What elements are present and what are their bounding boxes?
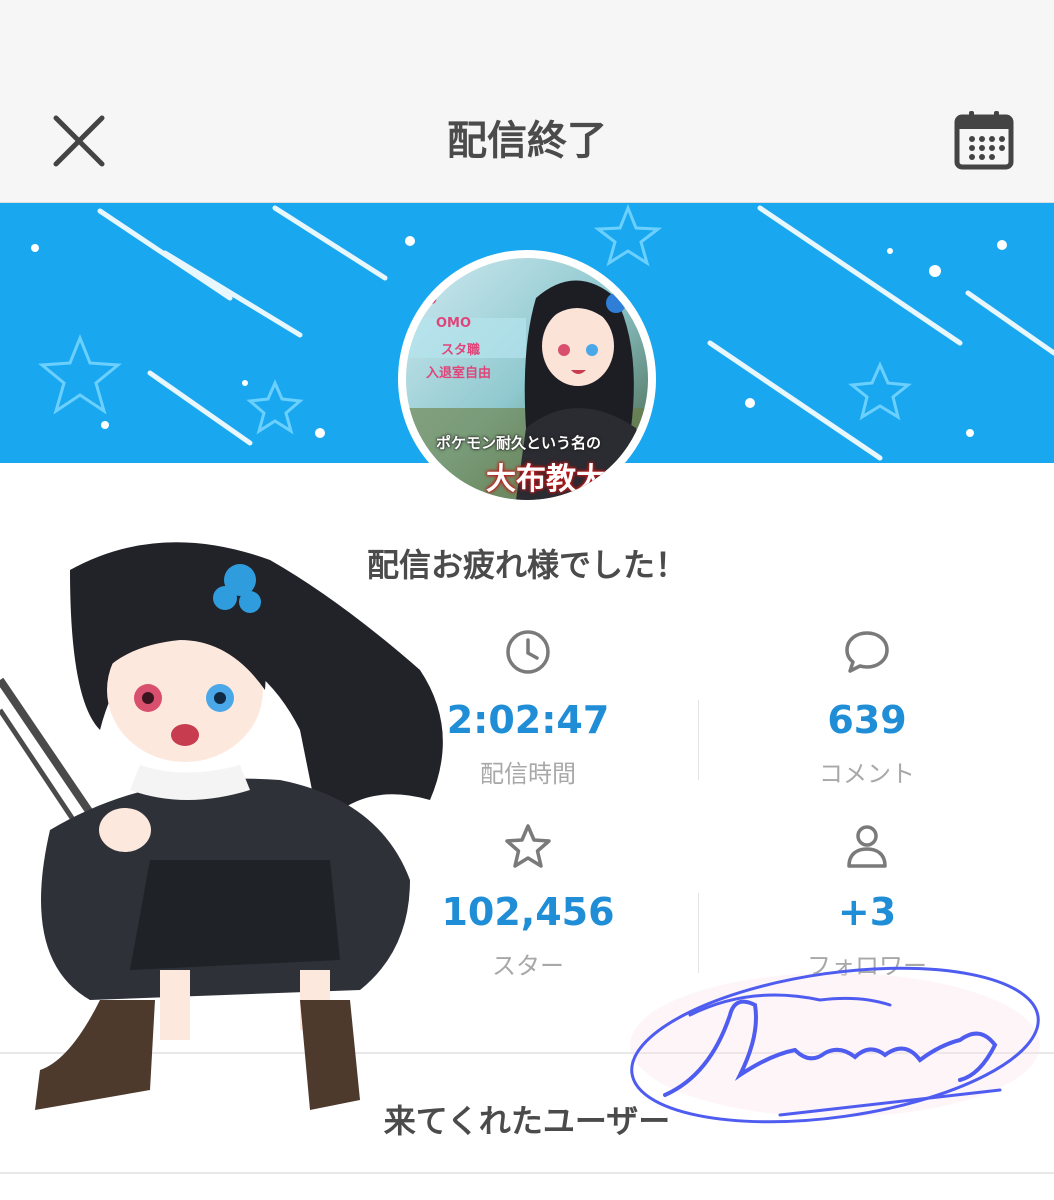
calendar-button[interactable] <box>952 108 1016 172</box>
section-divider <box>0 1172 1054 1174</box>
autograph-signature <box>630 966 1040 1124</box>
close-icon <box>53 115 105 167</box>
clock-icon <box>506 630 550 674</box>
stat-value-followers: +3 <box>837 890 897 934</box>
stat-divider <box>698 700 699 780</box>
avatar-tag: OMO <box>436 316 472 331</box>
header: 配信終了 <box>0 80 1054 203</box>
avatar-tag: スタ職 <box>441 343 481 358</box>
avatar[interactable]: O OMO スタ職 入退室自由 ポケモン耐久という名の 大布教大 <box>398 250 656 508</box>
avatar-caption: ポケモン耐久という名の <box>436 434 602 452</box>
avatar-caption-large: 大布教大 <box>486 462 606 497</box>
avatar-tag: O <box>426 293 438 308</box>
stat-value-comments: 639 <box>827 698 907 742</box>
close-button[interactable] <box>48 110 110 172</box>
page-title: 配信終了 <box>447 118 607 164</box>
chibi-character-sticker <box>0 542 443 1110</box>
avatar-tag: 入退室自由 <box>426 366 492 381</box>
stat-label-comments: コメント <box>819 760 915 788</box>
star-icon <box>505 824 551 868</box>
comment-icon <box>845 631 889 673</box>
status-bar <box>0 0 1054 80</box>
user-icon <box>847 825 887 868</box>
calendar-icon <box>954 111 1014 170</box>
avatar-image: O OMO スタ職 入退室自由 ポケモン耐久という名の 大布教大 <box>406 258 648 500</box>
